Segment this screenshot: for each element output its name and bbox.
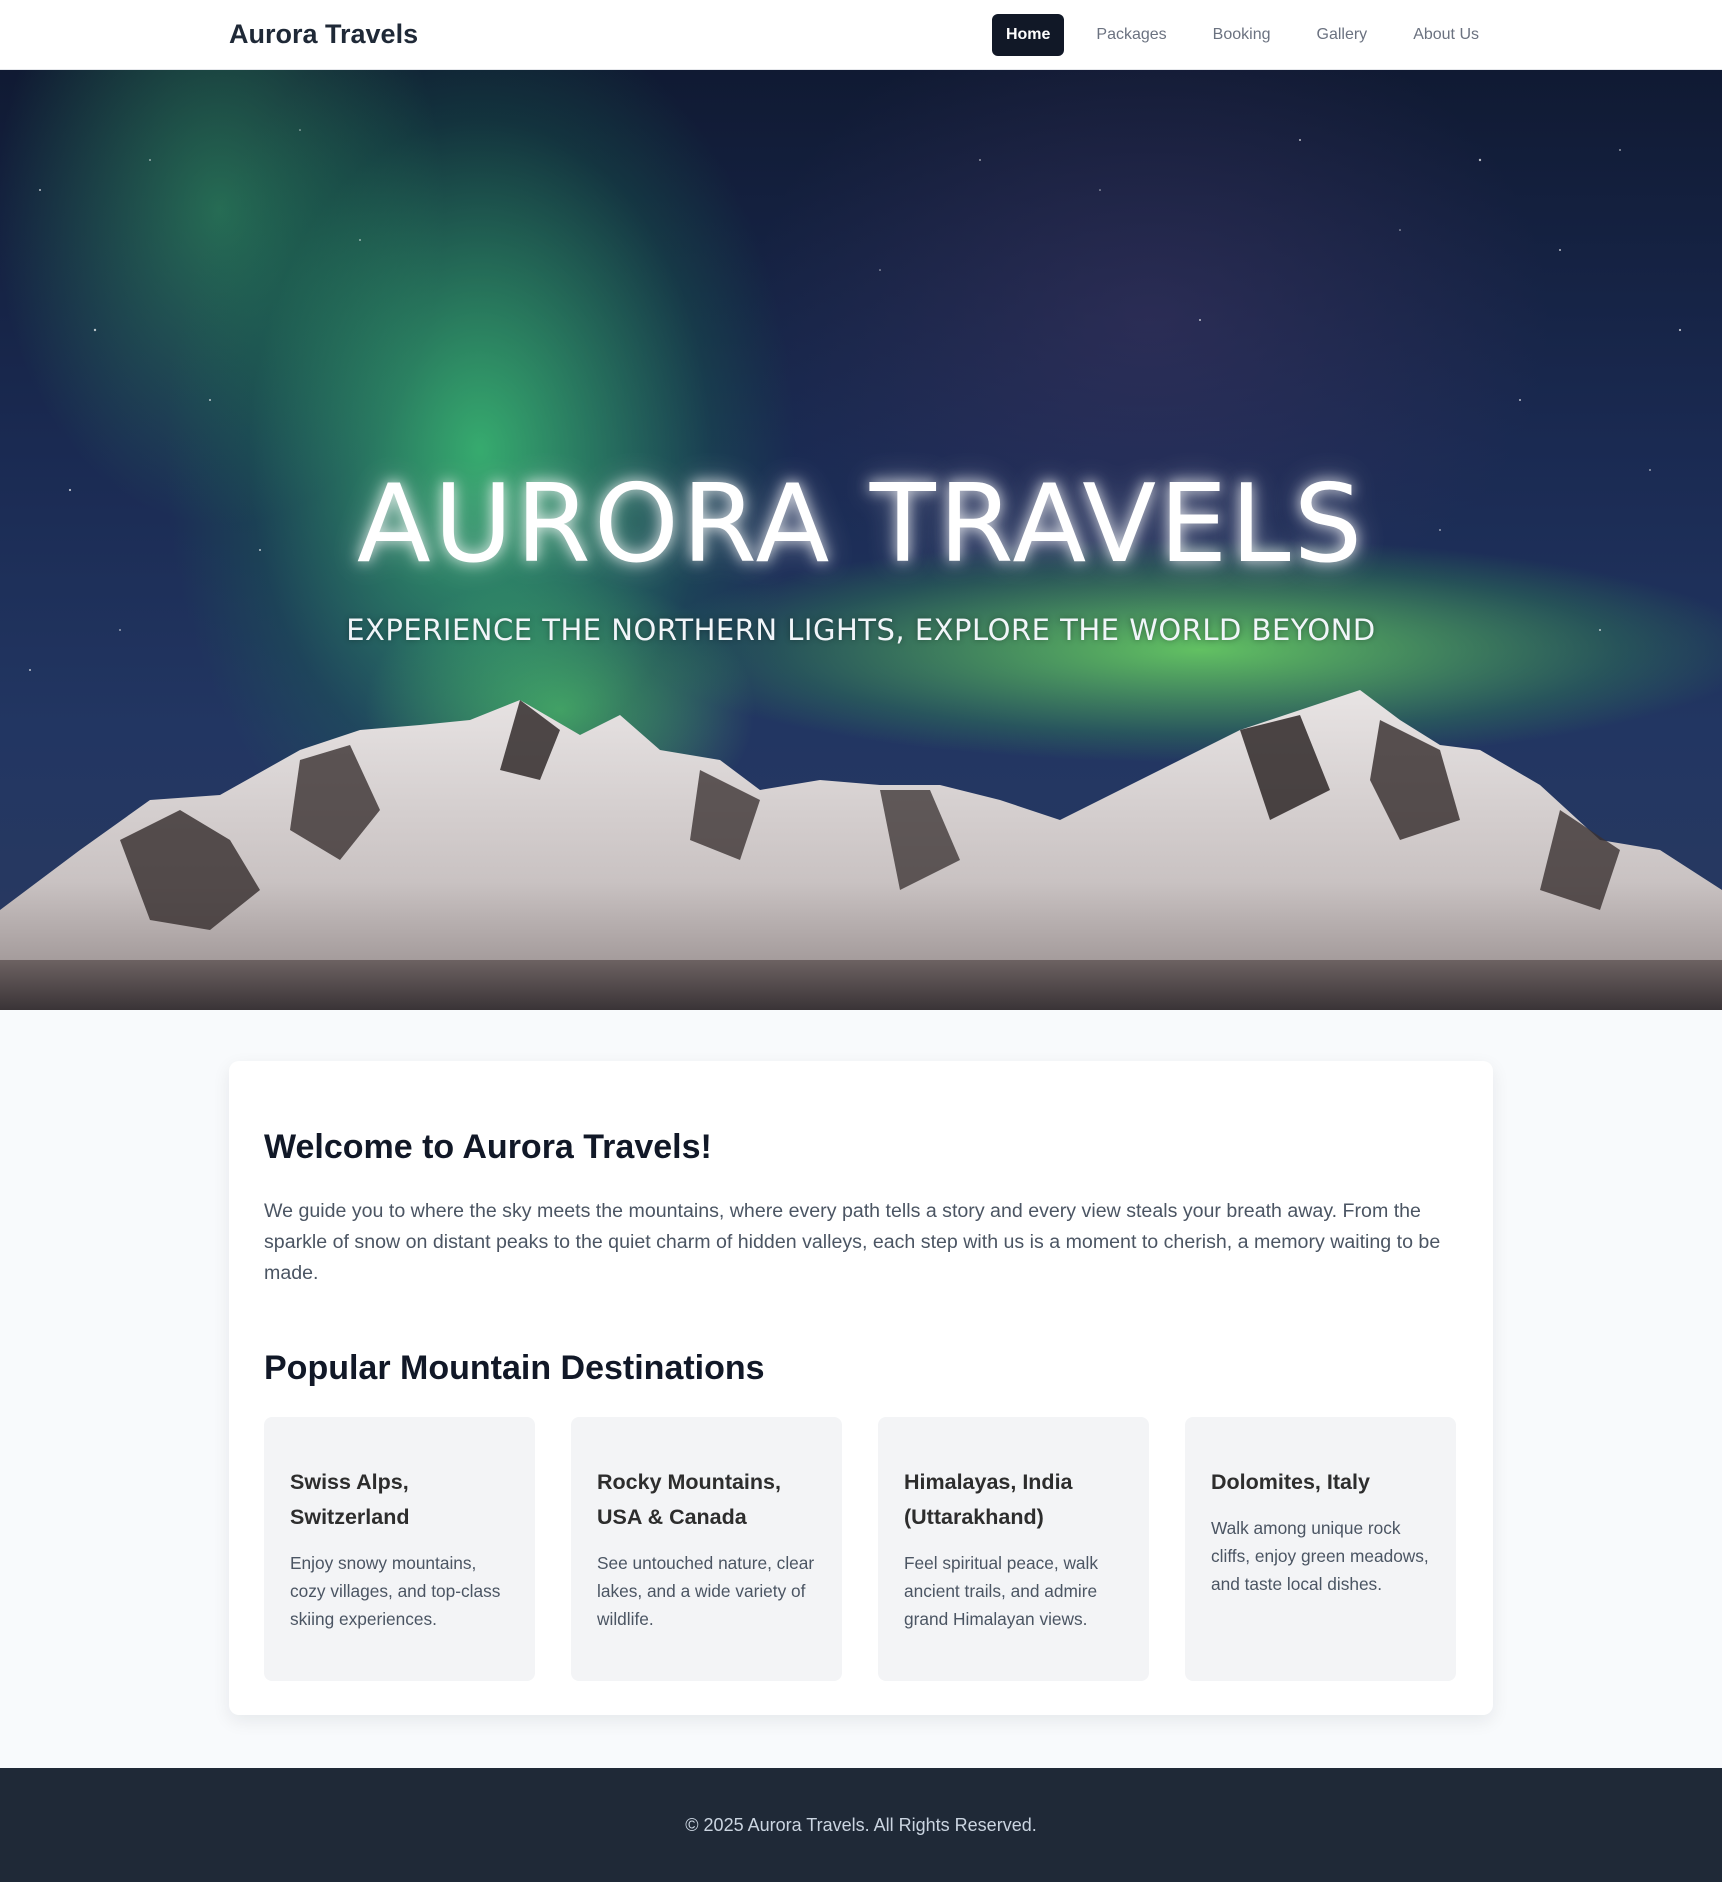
navbar-inner: Aurora Travels Home Packages Booking Gal…	[229, 13, 1493, 56]
hero-banner: AURORA TRAVELS EXPERIENCE THE NORTHERN L…	[0, 70, 1722, 1010]
destination-description: Enjoy snowy mountains, cozy villages, an…	[290, 1553, 501, 1629]
nav-link-gallery[interactable]: Gallery	[1303, 15, 1382, 55]
nav-link-booking[interactable]: Booking	[1199, 15, 1285, 55]
destinations-grid: Swiss Alps, Switzerland Enjoy snowy moun…	[264, 1417, 1456, 1681]
nav-link-about-us[interactable]: About Us	[1399, 15, 1493, 55]
destination-card-swiss-alps: Swiss Alps, Switzerland Enjoy snowy moun…	[264, 1417, 535, 1681]
brand-logo[interactable]: Aurora Travels	[229, 19, 418, 50]
nav-link-packages[interactable]: Packages	[1082, 15, 1180, 55]
footer: © 2025 Aurora Travels. All Rights Reserv…	[0, 1768, 1722, 1882]
hero-title: AURORA TRAVELS	[356, 462, 1366, 587]
main-content-card: Welcome to Aurora Travels! We guide you …	[229, 1061, 1493, 1715]
destination-description: Walk among unique rock cliffs, enjoy gre…	[1211, 1518, 1429, 1594]
navbar: Aurora Travels Home Packages Booking Gal…	[0, 0, 1722, 70]
hero-subtitle: EXPERIENCE THE NORTHERN LIGHTS, EXPLORE …	[346, 613, 1376, 647]
hero-mountains-image	[0, 690, 1722, 1010]
destination-name: Himalayas, India (Uttarakhand)	[904, 1470, 1073, 1529]
nav-link-home[interactable]: Home	[991, 13, 1065, 56]
destinations-heading: Popular Mountain Destinations	[264, 1349, 765, 1387]
destination-name: Dolomites, Italy	[1211, 1470, 1370, 1494]
destination-description: Feel spiritual peace, walk ancient trail…	[904, 1553, 1099, 1629]
nav-links: Home Packages Booking Gallery About Us	[982, 13, 1493, 56]
destination-card-rocky-mountains: Rocky Mountains, USA & Canada See untouc…	[571, 1417, 842, 1681]
destination-description: See untouched nature, clear lakes, and a…	[597, 1553, 815, 1629]
footer-copyright: © 2025 Aurora Travels. All Rights Reserv…	[685, 1814, 1037, 1835]
destination-card-dolomites: Dolomites, Italy Walk among unique rock …	[1185, 1417, 1456, 1681]
destination-card-himalayas: Himalayas, India (Uttarakhand) Feel spir…	[878, 1417, 1149, 1681]
destination-name: Rocky Mountains, USA & Canada	[597, 1470, 781, 1529]
welcome-heading: Welcome to Aurora Travels!	[264, 1128, 712, 1166]
welcome-paragraph: We guide you to where the sky meets the …	[264, 1200, 1441, 1284]
destination-name: Swiss Alps, Switzerland	[290, 1470, 410, 1529]
